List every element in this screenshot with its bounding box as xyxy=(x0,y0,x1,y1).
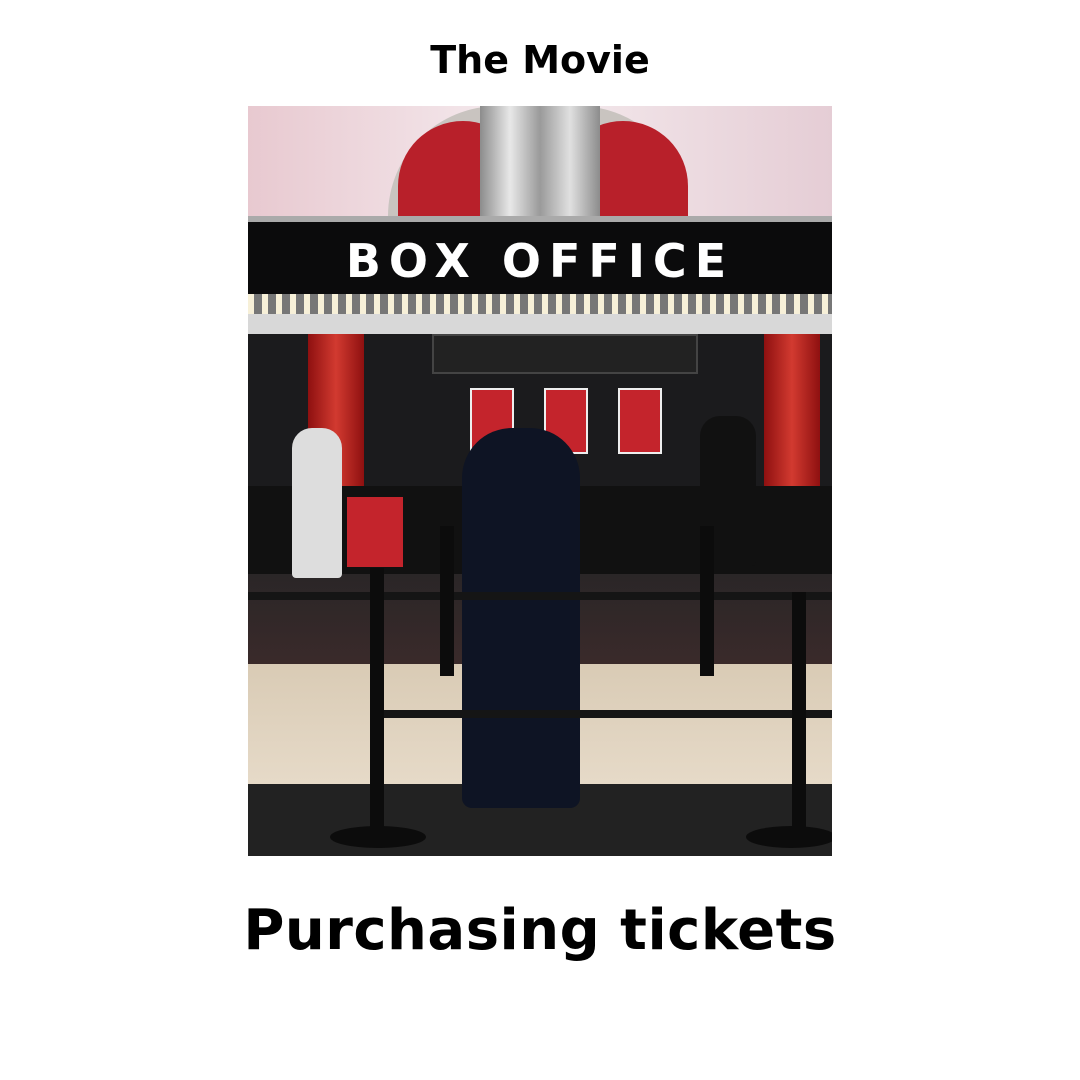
page-title: The Movie xyxy=(430,38,650,82)
stanchion-post xyxy=(440,526,454,676)
soffit xyxy=(248,314,832,334)
stanchion-base xyxy=(746,826,832,848)
box-office-sign: BOX OFFICE xyxy=(248,216,832,300)
stanchion-post xyxy=(370,568,384,838)
person-in-line xyxy=(462,428,580,808)
person-at-counter xyxy=(292,428,342,578)
marquee-lights xyxy=(248,294,832,314)
stanchion-post xyxy=(700,526,714,676)
stanchion-post xyxy=(792,592,806,832)
queue-belt xyxy=(248,592,832,600)
queue-belt xyxy=(378,710,832,718)
stanchion-base xyxy=(330,826,426,848)
box-office-photo: BOX OFFICE xyxy=(248,106,832,856)
caption: Purchasing tickets xyxy=(243,898,837,963)
showtime-screens xyxy=(432,334,698,374)
poster xyxy=(618,388,662,454)
distancing-sign xyxy=(344,494,406,570)
chrome-tower xyxy=(480,106,600,216)
